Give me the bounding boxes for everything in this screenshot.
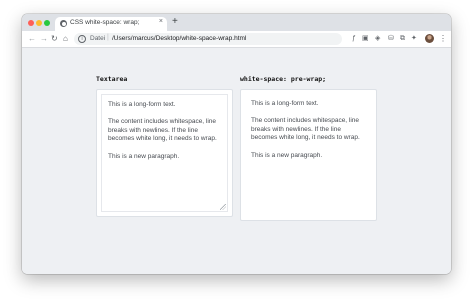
window-maximize-button[interactable] bbox=[44, 20, 50, 26]
long-form-textarea[interactable]: This is a long-form text. The content in… bbox=[101, 94, 228, 212]
avatar-icon[interactable] bbox=[425, 34, 434, 43]
back-icon[interactable]: ← bbox=[28, 33, 36, 45]
reload-icon[interactable]: ↻ bbox=[51, 33, 58, 45]
new-tab-button[interactable]: + bbox=[172, 16, 178, 28]
address-separator: | bbox=[107, 34, 109, 41]
resize-handle-icon[interactable] bbox=[220, 204, 226, 210]
prewrap-heading: white-space: pre-wrap; bbox=[240, 75, 327, 83]
tab-close-icon[interactable]: × bbox=[159, 18, 163, 25]
prewrap-card: This is a long-form text. The content in… bbox=[240, 89, 377, 221]
home-icon[interactable]: ⌂ bbox=[63, 33, 68, 45]
address-bar[interactable]: i Datei | /Users/marcus/Desktop/white-sp… bbox=[74, 33, 342, 45]
window-minimize-button[interactable] bbox=[36, 20, 42, 26]
browser-tab[interactable]: CSS white-space: wrap; × bbox=[55, 17, 167, 31]
extension-pocket-icon[interactable]: ▣ bbox=[362, 34, 369, 44]
forward-icon[interactable]: → bbox=[40, 33, 48, 45]
extension-window-icon[interactable]: ⧉ bbox=[400, 34, 405, 44]
textarea-heading: Textarea bbox=[96, 75, 128, 83]
info-icon[interactable]: i bbox=[78, 35, 86, 43]
extension-shield-icon[interactable]: ◈ bbox=[375, 34, 380, 44]
prewrap-paragraph-1: This is a long-form text. bbox=[251, 100, 319, 107]
textarea-paragraph-2: The content includes whitespace, line br… bbox=[108, 118, 217, 143]
prewrap-text: This is a long-form text. The content in… bbox=[245, 94, 372, 169]
extensions-puzzle-icon[interactable]: ✦ bbox=[411, 34, 417, 44]
tab-title: CSS white-space: wrap; bbox=[70, 19, 140, 26]
page-content bbox=[22, 48, 451, 274]
textarea-paragraph-3: This is a new paragraph. bbox=[108, 152, 180, 160]
window-close-button[interactable] bbox=[28, 20, 34, 26]
extension-function-icon[interactable]: ƒ bbox=[352, 34, 356, 44]
textarea-paragraph-1: This is a long-form text. bbox=[108, 101, 176, 108]
address-url[interactable]: /Users/marcus/Desktop/white-space-wrap.h… bbox=[112, 35, 246, 42]
browser-window: CSS white-space: wrap; × + ← → ↻ ⌂ i Dat… bbox=[22, 14, 451, 274]
extension-database-icon[interactable]: ⛁ bbox=[388, 34, 394, 44]
prewrap-paragraph-3: This is a new paragraph. bbox=[251, 151, 323, 159]
prewrap-paragraph-2: The content includes whitespace, line br… bbox=[251, 117, 360, 142]
address-scheme: Datei bbox=[90, 35, 106, 42]
menu-icon[interactable]: ⋮ bbox=[439, 33, 447, 44]
tab-bar: CSS white-space: wrap; × + bbox=[22, 14, 451, 31]
textarea-card: This is a long-form text. The content in… bbox=[96, 89, 233, 217]
browser-toolbar: ← → ↻ ⌂ i Datei | /Users/marcus/Desktop/… bbox=[22, 31, 451, 48]
globe-icon bbox=[60, 20, 67, 27]
